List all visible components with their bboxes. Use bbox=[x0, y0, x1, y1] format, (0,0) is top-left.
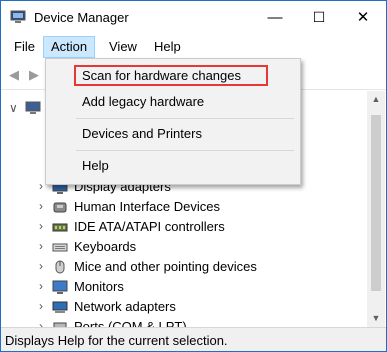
tree-item-label: Network adapters bbox=[74, 299, 176, 314]
menu-item-help[interactable]: Help bbox=[82, 158, 109, 173]
expand-chevron-icon[interactable]: › bbox=[35, 219, 47, 233]
tree-item-network[interactable]: › Network adapters bbox=[1, 297, 367, 317]
menu-file[interactable]: File bbox=[7, 37, 42, 57]
window-title: Device Manager bbox=[34, 10, 129, 25]
menu-item-devices-and-printers[interactable]: Devices and Printers bbox=[82, 126, 202, 141]
menu-separator bbox=[76, 118, 294, 119]
expand-chevron-icon[interactable]: › bbox=[35, 279, 47, 293]
menu-item-scan-hardware-changes[interactable]: Scan for hardware changes bbox=[82, 68, 241, 83]
menu-action[interactable]: Action bbox=[43, 36, 96, 58]
tree-item-label: IDE ATA/ATAPI controllers bbox=[74, 219, 225, 234]
title-bar: Device Manager — ☐ ✕ bbox=[1, 1, 386, 33]
forward-arrow-icon[interactable]: ▶ bbox=[29, 67, 39, 83]
tree-item-ide[interactable]: › IDE ATA/ATAPI controllers bbox=[1, 217, 367, 237]
tree-item-label: Keyboards bbox=[74, 239, 137, 254]
tree-item-ports[interactable]: › Ports (COM & LPT) bbox=[1, 317, 367, 327]
tree-item-label: Human Interface Devices bbox=[74, 199, 220, 214]
tree-item-monitors[interactable]: › Monitors bbox=[1, 277, 367, 297]
back-arrow-icon[interactable]: ◀ bbox=[9, 67, 19, 83]
tree-item-label: Mice and other pointing devices bbox=[74, 259, 257, 274]
vertical-scrollbar[interactable]: ▲ ▼ bbox=[367, 91, 385, 327]
tree-item-keyboards[interactable]: › Keyboards bbox=[1, 237, 367, 257]
minimize-button[interactable]: — bbox=[253, 1, 297, 33]
tree-item-mice[interactable]: › Mice and other pointing devices bbox=[1, 257, 367, 277]
status-bar: Displays Help for the current selection. bbox=[1, 327, 386, 351]
close-button[interactable]: ✕ bbox=[341, 1, 385, 33]
expand-chevron-icon[interactable]: › bbox=[35, 259, 47, 273]
scroll-down-icon[interactable]: ▼ bbox=[367, 310, 385, 327]
menu-bar: File Action View Help bbox=[1, 36, 386, 59]
tree-item-hid[interactable]: › Human Interface Devices bbox=[1, 197, 367, 217]
keyboard-icon bbox=[52, 243, 68, 252]
menu-help[interactable]: Help bbox=[147, 37, 188, 57]
expand-chevron-icon[interactable]: › bbox=[35, 319, 47, 327]
menu-item-add-legacy-hardware[interactable]: Add legacy hardware bbox=[82, 94, 204, 109]
hid-icon bbox=[53, 202, 67, 213]
status-text: Displays Help for the current selection. bbox=[5, 333, 228, 348]
device-manager-window: Device Manager — ☐ ✕ File Action View He… bbox=[0, 0, 387, 352]
expand-chevron-icon[interactable]: › bbox=[35, 199, 47, 213]
menu-view[interactable]: View bbox=[102, 37, 144, 57]
monitor-icon bbox=[52, 280, 68, 294]
expand-chevron-icon[interactable]: › bbox=[35, 299, 47, 313]
device-manager-app-icon bbox=[10, 10, 26, 23]
scroll-up-icon[interactable]: ▲ bbox=[367, 91, 385, 108]
maximize-button[interactable]: ☐ bbox=[297, 1, 341, 33]
tree-item-label: Ports (COM & LPT) bbox=[74, 319, 187, 327]
menu-separator bbox=[76, 150, 294, 151]
port-icon bbox=[53, 322, 67, 327]
expand-chevron-icon[interactable]: › bbox=[35, 239, 47, 253]
ide-controller-icon bbox=[52, 223, 68, 232]
network-adapter-icon bbox=[52, 301, 68, 313]
mouse-icon bbox=[55, 260, 65, 274]
scrollbar-thumb[interactable] bbox=[371, 115, 381, 291]
action-menu-dropdown: Scan for hardware changes Add legacy har… bbox=[45, 58, 301, 185]
tree-item-label: Monitors bbox=[74, 279, 124, 294]
